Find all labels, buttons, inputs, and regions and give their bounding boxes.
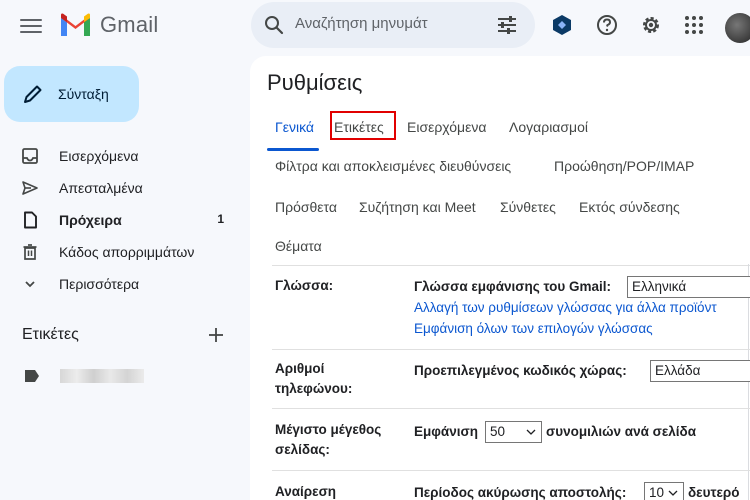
drafts-count: 1 bbox=[217, 212, 224, 226]
main-menu-icon[interactable] bbox=[20, 16, 42, 36]
row-divider bbox=[272, 408, 750, 409]
sidebar-item-inbox[interactable]: Εισερχόμενα bbox=[0, 139, 240, 171]
help-icon[interactable] bbox=[596, 14, 618, 36]
gmail-m-icon bbox=[61, 13, 90, 36]
show-all-language-options-link[interactable]: Εμφάνιση όλων των επιλογών γλώσσας bbox=[414, 321, 653, 336]
compose-label: Σύνταξη bbox=[58, 86, 109, 102]
display-language-label: Γλώσσα εμφάνισης του Gmail: bbox=[414, 279, 612, 294]
row-divider bbox=[272, 349, 750, 350]
chevron-down-icon bbox=[668, 490, 678, 496]
sidebar-item-trash[interactable]: Κάδος απορριμμάτων bbox=[0, 235, 240, 267]
sidebar-item-label: Πρόχειρα bbox=[59, 212, 122, 228]
sidebar-item-more[interactable]: Περισσότερα bbox=[0, 267, 240, 299]
language-setting-label: Γλώσσα: bbox=[275, 278, 334, 293]
page-size-select[interactable]: 50 bbox=[485, 421, 542, 443]
tab-filters[interactable]: Φίλτρα και αποκλεισμένες διευθύνσεις bbox=[275, 158, 511, 174]
display-language-value: Ελληνικά bbox=[632, 279, 687, 294]
pencil-icon bbox=[24, 85, 42, 103]
gemini-status-icon[interactable] bbox=[551, 14, 573, 36]
create-label-plus-icon[interactable] bbox=[206, 325, 226, 345]
tab-general[interactable]: Γενικά bbox=[275, 119, 314, 135]
undo-send-suffix: δευτερό bbox=[688, 485, 740, 500]
page-size-value: 50 bbox=[490, 424, 506, 439]
inbox-icon bbox=[22, 148, 38, 164]
sidebar-item-label: Κάδος απορριμμάτων bbox=[59, 244, 195, 260]
tab-advanced[interactable]: Σύνθετες bbox=[500, 199, 556, 215]
compose-button[interactable]: Σύνταξη bbox=[4, 66, 139, 122]
settings-gear-icon[interactable] bbox=[640, 14, 662, 36]
page-size-label-line2: σελίδας: bbox=[275, 442, 330, 457]
sidebar-nav: Εισερχόμενα Απεσταλμένα Πρόχειρα 1 Κάδος… bbox=[0, 139, 240, 299]
page-size-label-line1: Μέγιστο μέγεθος bbox=[275, 422, 382, 437]
country-code-value: Ελλάδα bbox=[655, 363, 701, 378]
page-size-setting-label: Μέγιστο μέγεθος σελίδας: bbox=[275, 420, 395, 460]
phone-setting-label: Αριθμοί τηλεφώνου: bbox=[275, 359, 395, 399]
default-country-code-label: Προεπιλεγμένος κωδικός χώρας: bbox=[414, 363, 627, 378]
page-title: Ρυθμίσεις bbox=[267, 70, 363, 95]
app-name: Gmail bbox=[100, 12, 159, 37]
label-tag-icon bbox=[25, 370, 39, 382]
tab-labels-highlight-box bbox=[330, 111, 396, 140]
phone-label-line2: τηλεφώνου: bbox=[275, 381, 353, 396]
undo-send-period-label: Περίοδος ακύρωσης αποστολής: bbox=[414, 485, 627, 500]
sidebar-item-label: Εισερχόμενα bbox=[59, 148, 139, 164]
sidebar-label-item[interactable] bbox=[0, 362, 240, 392]
search-bar bbox=[251, 2, 535, 48]
top-bar: Gmail bbox=[0, 0, 750, 52]
chevron-down-icon bbox=[25, 281, 35, 288]
search-icon[interactable] bbox=[264, 15, 284, 35]
tab-chat-meet[interactable]: Συζήτηση και Meet bbox=[359, 199, 476, 215]
sidebar-item-label: Περισσότερα bbox=[59, 276, 140, 292]
sidebar-item-drafts[interactable]: Πρόχειρα 1 bbox=[0, 203, 240, 235]
tabs-divider bbox=[272, 265, 750, 266]
tab-themes[interactable]: Θέματα bbox=[275, 238, 322, 254]
active-tab-indicator bbox=[267, 148, 319, 151]
draft-icon bbox=[24, 211, 37, 229]
labels-heading: Ετικέτες bbox=[22, 326, 79, 343]
trash-icon bbox=[23, 244, 37, 260]
display-language-select[interactable]: Ελληνικά bbox=[627, 276, 750, 298]
sidebar-item-label: Απεσταλμένα bbox=[59, 180, 143, 196]
page-size-suffix: συνομιλιών ανά σελίδα bbox=[546, 424, 697, 439]
content-scroll-edge bbox=[748, 264, 749, 500]
tab-inbox[interactable]: Εισερχόμενα bbox=[407, 119, 486, 135]
send-icon bbox=[22, 181, 38, 195]
search-input[interactable] bbox=[295, 15, 495, 32]
change-language-settings-link[interactable]: Αλλαγή των ρυθμίσεων γλώσσας για άλλα πρ… bbox=[414, 300, 717, 315]
apps-grid-icon[interactable] bbox=[683, 14, 705, 36]
tab-offline[interactable]: Εκτός σύνδεσης bbox=[579, 199, 680, 215]
phone-label-line1: Αριθμοί bbox=[275, 361, 325, 376]
redacted-label-name bbox=[60, 369, 144, 383]
settings-panel: Ρυθμίσεις Γενικά Ετικέτες Εισερχόμενα Λο… bbox=[250, 56, 750, 500]
row-divider bbox=[272, 470, 750, 471]
search-options-icon[interactable] bbox=[497, 16, 517, 34]
chevron-down-icon bbox=[526, 429, 536, 435]
gmail-logo[interactable]: Gmail bbox=[59, 12, 158, 38]
tab-addons[interactable]: Πρόσθετα bbox=[275, 199, 337, 215]
undo-send-setting-label: Αναίρεση bbox=[275, 484, 337, 499]
undo-send-value: 10 bbox=[649, 485, 665, 500]
country-code-select[interactable]: Ελλάδα bbox=[650, 360, 750, 382]
tab-forwarding[interactable]: Προώθηση/POP/IMAP bbox=[554, 158, 694, 174]
page-size-prefix: Εμφάνιση bbox=[414, 424, 478, 439]
sidebar-item-sent[interactable]: Απεσταλμένα bbox=[0, 171, 240, 203]
undo-send-select[interactable]: 10 bbox=[644, 482, 684, 500]
account-avatar[interactable] bbox=[725, 13, 750, 43]
tab-accounts[interactable]: Λογαριασμοί bbox=[509, 119, 588, 135]
